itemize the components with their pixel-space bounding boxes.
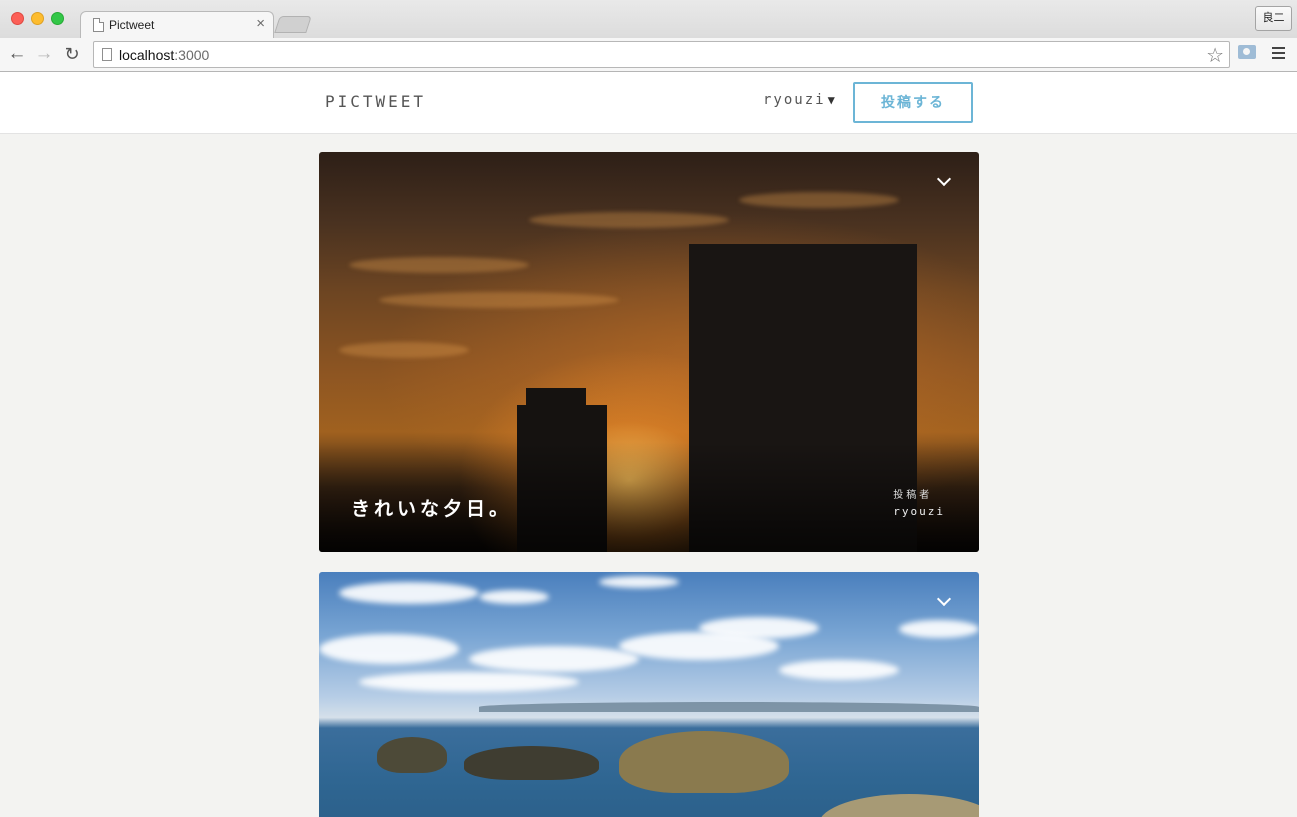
- tab-close-icon[interactable]: ×: [256, 15, 265, 32]
- reload-icon[interactable]: ↻: [61, 43, 83, 65]
- island-shape: [619, 731, 789, 793]
- cloud-shape: [739, 192, 899, 208]
- chevron-down-icon[interactable]: [936, 171, 952, 187]
- page-info-icon: [102, 48, 112, 61]
- tweet-card: [319, 572, 979, 817]
- url-port: :3000: [174, 47, 210, 63]
- cloud-shape: [529, 212, 729, 228]
- distant-hills: [479, 702, 979, 712]
- url-host: localhost: [119, 47, 175, 63]
- maximize-window-button[interactable]: [51, 12, 64, 25]
- cloud-shape: [379, 292, 619, 308]
- cloud-shape: [779, 660, 899, 680]
- author-name[interactable]: ryouzi: [893, 505, 945, 518]
- back-arrow-icon[interactable]: ←: [6, 43, 28, 65]
- author-label: 投稿者: [893, 490, 933, 501]
- bookmark-star-icon[interactable]: ☆: [1206, 43, 1224, 68]
- user-name: ryouzi: [763, 92, 826, 108]
- cloud-shape: [599, 576, 679, 588]
- url-text[interactable]: localhost:3000: [119, 47, 209, 63]
- island-shape: [819, 794, 979, 817]
- browser-titlebar: Pictweet × 良二: [0, 0, 1297, 39]
- camera-icon[interactable]: [1238, 45, 1256, 59]
- menu-icon[interactable]: [1272, 47, 1285, 62]
- new-tab-button[interactable]: [274, 16, 312, 33]
- site-logo[interactable]: PICTWEET: [325, 92, 426, 111]
- cloud-shape: [359, 672, 579, 692]
- profile-button[interactable]: 良二: [1255, 6, 1292, 31]
- browser-toolbar: ← → ↻ localhost:3000 ☆: [0, 38, 1297, 72]
- user-menu[interactable]: ryouzi ▼: [763, 92, 837, 108]
- cloud-shape: [899, 620, 979, 638]
- island-shape: [464, 746, 599, 780]
- forward-arrow-icon[interactable]: →: [33, 43, 55, 65]
- caret-down-icon: ▼: [827, 93, 837, 107]
- page-icon: [93, 18, 104, 32]
- cloud-shape: [319, 634, 459, 664]
- cloud-shape: [339, 582, 479, 604]
- island-shape: [377, 737, 447, 773]
- address-bar[interactable]: localhost:3000 ☆: [93, 41, 1230, 68]
- post-button[interactable]: 投稿する: [853, 82, 973, 123]
- browser-tab[interactable]: Pictweet ×: [80, 11, 274, 39]
- tweet-card: きれいな夕日。 投稿者 ryouzi: [319, 152, 979, 552]
- close-window-button[interactable]: [11, 12, 24, 25]
- site-header: PICTWEET ryouzi ▼ 投稿する: [0, 72, 1297, 134]
- tweet-author: 投稿者 ryouzi: [893, 486, 945, 518]
- cloud-shape: [479, 590, 549, 604]
- cloud-shape: [469, 646, 639, 672]
- tab-title: Pictweet: [109, 18, 155, 32]
- chevron-down-icon[interactable]: [936, 591, 952, 607]
- tweet-caption: きれいな夕日。: [351, 499, 513, 520]
- cloud-shape: [339, 342, 469, 358]
- cloud-shape: [619, 632, 779, 660]
- cloud-shape: [349, 257, 529, 273]
- minimize-window-button[interactable]: [31, 12, 44, 25]
